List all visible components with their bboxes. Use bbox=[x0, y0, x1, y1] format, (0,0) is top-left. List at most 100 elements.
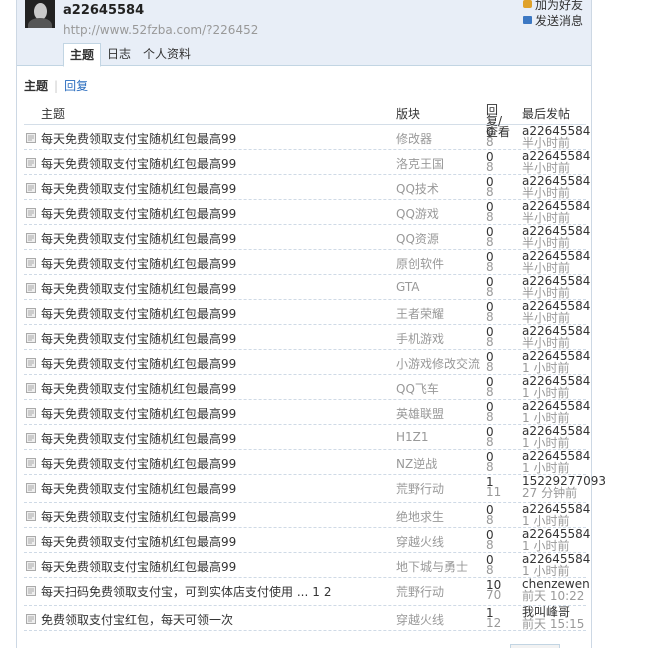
document-icon bbox=[26, 283, 36, 293]
table-row: 免费领取支付宝红包，每天可领一次 穿越火线 1 12 我叫峰哥 前天 15:15 bbox=[24, 606, 586, 631]
topic-forum[interactable]: 穿越火线 bbox=[396, 611, 444, 628]
table-row: 每天免费领取支付宝随机红包最高99 修改器 0 8 a22645584 半小时前 bbox=[24, 125, 590, 150]
page-link[interactable]: 2 bbox=[324, 585, 332, 599]
topic-forum[interactable]: H1Z1 bbox=[396, 430, 429, 444]
topic-counts: 0 8 bbox=[486, 200, 506, 223]
topic-forum[interactable]: QQ游戏 bbox=[396, 205, 439, 222]
topic-title[interactable]: 每天免费领取支付宝随机红包最高99 bbox=[41, 380, 236, 397]
page-link[interactable]: 1 bbox=[312, 585, 320, 599]
last-post: a22645584 半小时前 bbox=[522, 325, 590, 349]
topic-title[interactable]: 每天免费领取支付宝随机红包最高99 bbox=[41, 405, 236, 422]
topic-forum[interactable]: 绝地求生 bbox=[396, 508, 444, 525]
add-friend-link[interactable]: 加为好友 bbox=[522, 0, 583, 12]
document-icon bbox=[26, 433, 36, 443]
view-count: 8 bbox=[486, 460, 494, 474]
last-post-time: 半小时前 bbox=[522, 136, 571, 150]
topic-forum[interactable]: 英雄联盟 bbox=[396, 405, 444, 422]
topic-counts: 0 8 bbox=[486, 325, 506, 348]
profile-actions: 加为好友 发送消息 bbox=[522, 0, 583, 28]
document-icon bbox=[26, 483, 36, 493]
document-icon bbox=[26, 561, 36, 571]
subtab-topics[interactable]: 主题 bbox=[24, 79, 48, 93]
table-row: 每天免费领取支付宝随机红包最高99 QQ资源 0 8 a22645584 半小时… bbox=[24, 225, 590, 250]
topic-title[interactable]: 每天免费领取支付宝随机红包最高99 bbox=[41, 455, 236, 472]
topic-counts: 0 8 bbox=[486, 375, 506, 399]
topic-forum[interactable]: 手机游戏 bbox=[396, 330, 444, 347]
tab-profile[interactable]: 个人资料 bbox=[137, 43, 197, 66]
topic-title-text: 每天免费领取支付宝随机红包最高99 bbox=[41, 510, 237, 524]
topic-forum[interactable]: 荒野行动 bbox=[396, 583, 444, 600]
topic-title[interactable]: 每天免费领取支付宝随机红包最高99 bbox=[41, 508, 236, 525]
username[interactable]: a22645584 bbox=[63, 3, 144, 18]
topic-forum[interactable]: 地下城与勇士 bbox=[396, 558, 468, 575]
profile-tabs: 主题 日志 个人资料 bbox=[63, 43, 197, 67]
pagination-bar[interactable] bbox=[510, 644, 560, 648]
topic-title[interactable]: 每天免费领取支付宝随机红包最高99 bbox=[41, 305, 236, 322]
last-post: a22645584 半小时前 bbox=[522, 250, 590, 274]
topic-forum[interactable]: 小游戏修改交流 bbox=[396, 355, 480, 372]
subtab-replies[interactable]: 回复 bbox=[64, 79, 88, 93]
topic-counts: 0 8 bbox=[486, 350, 506, 373]
topic-counts: 0 8 bbox=[486, 250, 506, 273]
tab-topics[interactable]: 主题 bbox=[63, 43, 102, 67]
view-count: 8 bbox=[486, 513, 494, 527]
send-message-link[interactable]: 发送消息 bbox=[522, 12, 583, 28]
last-post: 15229277093 27 分钟前 bbox=[522, 475, 606, 499]
topic-forum[interactable]: NZ逆战 bbox=[396, 455, 437, 472]
view-count: 70 bbox=[486, 588, 502, 602]
view-count: 8 bbox=[486, 160, 494, 174]
topic-forum[interactable]: QQ技术 bbox=[396, 180, 439, 197]
topic-title[interactable]: 每天免费领取支付宝随机红包最高99 bbox=[41, 205, 236, 222]
last-post-time: 半小时前 bbox=[522, 211, 571, 225]
last-post: a22645584 半小时前 bbox=[522, 125, 590, 149]
topic-title[interactable]: 每天免费领取支付宝随机红包最高99 bbox=[41, 280, 236, 297]
document-icon bbox=[26, 258, 36, 268]
view-count: 8 bbox=[486, 538, 494, 552]
tab-blog[interactable]: 日志 bbox=[101, 43, 137, 66]
topics-table: 主题 版块 回复/查看 最后发帖 每天免费领取支付宝随机红包最高99 修改器 0… bbox=[24, 99, 606, 631]
topic-forum[interactable]: 修改器 bbox=[396, 130, 432, 147]
topic-title[interactable]: 每天免费领取支付宝随机红包最高99 bbox=[41, 180, 236, 197]
topic-forum[interactable]: GTA bbox=[396, 280, 419, 294]
topic-title[interactable]: 每天免费领取支付宝随机红包最高99 bbox=[41, 480, 236, 497]
topic-title[interactable]: 每天免费领取支付宝随机红包最高99 bbox=[41, 155, 236, 172]
topic-title[interactable]: 每天免费领取支付宝随机红包最高99 bbox=[41, 558, 236, 575]
table-row: 每天免费领取支付宝随机红包最高99 穿越火线 0 8 a22645584 1 小… bbox=[24, 528, 590, 553]
document-icon bbox=[26, 358, 36, 368]
topic-forum[interactable]: 洛克王国 bbox=[396, 155, 444, 172]
topic-title[interactable]: 每天免费领取支付宝随机红包最高99 bbox=[41, 430, 236, 447]
table-row: 每天免费领取支付宝随机红包最高99 英雄联盟 0 8 a22645584 1 小… bbox=[24, 400, 590, 425]
topic-title[interactable]: 每天免费领取支付宝随机红包最高99 bbox=[41, 533, 236, 550]
topic-forum[interactable]: 荒野行动 bbox=[396, 480, 444, 497]
topic-title[interactable]: 免费领取支付宝红包，每天可领一次 bbox=[41, 611, 233, 628]
last-post: chenzewen 前天 10:22 bbox=[522, 578, 590, 602]
user-url[interactable]: http://www.52fzba.com/?226452 bbox=[63, 23, 258, 37]
table-row: 每天免费领取支付宝随机红包最高99 QQ飞车 0 8 a22645584 1 小… bbox=[24, 375, 590, 400]
avatar[interactable] bbox=[25, 0, 55, 28]
document-icon bbox=[26, 511, 36, 521]
document-icon bbox=[26, 458, 36, 468]
topic-forum[interactable]: QQ资源 bbox=[396, 230, 439, 247]
topic-title[interactable]: 每天扫码免费领取支付宝，可到实体店支付使用 ... 1 2 bbox=[41, 583, 332, 600]
document-icon bbox=[26, 183, 36, 193]
topic-forum[interactable]: QQ飞车 bbox=[396, 380, 439, 397]
topic-title[interactable]: 每天免费领取支付宝随机红包最高99 bbox=[41, 330, 236, 347]
topic-forum[interactable]: 王者荣耀 bbox=[396, 305, 444, 322]
last-post: a22645584 半小时前 bbox=[522, 200, 590, 224]
topic-forum[interactable]: 穿越火线 bbox=[396, 533, 444, 550]
topic-title-text: 每天免费领取支付宝随机红包最高99 bbox=[41, 535, 237, 549]
topic-title-text: 每天免费领取支付宝随机红包最高99 bbox=[41, 232, 237, 246]
topic-title-text: 每天免费领取支付宝随机红包最高99 bbox=[41, 182, 237, 196]
document-icon bbox=[26, 614, 36, 624]
last-post-time: 1 小时前 bbox=[522, 564, 570, 578]
topic-title[interactable]: 每天免费领取支付宝随机红包最高99 bbox=[41, 255, 236, 272]
topic-title[interactable]: 每天免费领取支付宝随机红包最高99 bbox=[41, 130, 236, 147]
topic-forum[interactable]: 原创软件 bbox=[396, 255, 444, 272]
topic-title[interactable]: 每天免费领取支付宝随机红包最高99 bbox=[41, 230, 236, 247]
last-post-time: 1 小时前 bbox=[522, 514, 570, 528]
last-post: 我叫峰哥 前天 15:15 bbox=[522, 606, 584, 630]
table-row: 每天免费领取支付宝随机红包最高99 NZ逆战 0 8 a22645584 1 小… bbox=[24, 450, 590, 475]
view-count: 8 bbox=[486, 385, 494, 399]
topic-title[interactable]: 每天免费领取支付宝随机红包最高99 bbox=[41, 355, 236, 372]
last-post: a22645584 1 小时前 bbox=[522, 350, 590, 374]
